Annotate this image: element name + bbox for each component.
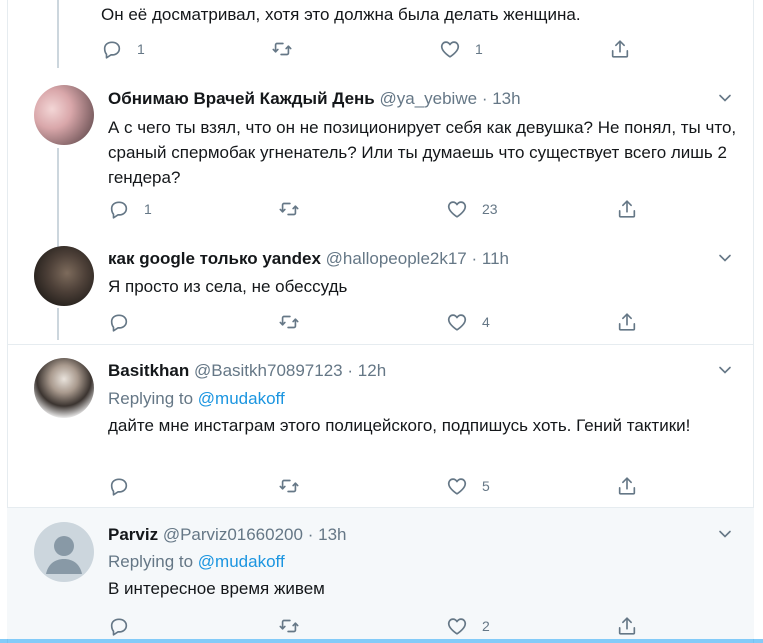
retweet-icon <box>272 42 292 56</box>
tweet-text: А с чего ты взял, что он не позиционируе… <box>108 118 737 187</box>
heart-icon <box>447 478 467 495</box>
like-count: 23 <box>482 201 498 217</box>
heart-icon <box>447 618 467 635</box>
timestamp[interactable]: 13h <box>318 525 346 544</box>
tweet-header: как google только yandex @hallopeople2k1… <box>108 249 509 271</box>
share-icon <box>611 40 629 58</box>
default-avatar-icon <box>46 536 82 574</box>
like-button[interactable]: 1 <box>439 38 483 60</box>
share-button[interactable] <box>616 311 638 333</box>
tweet-actions: 2 <box>108 615 668 637</box>
retweet-icon <box>279 479 299 493</box>
like-button[interactable]: 23 <box>446 198 498 220</box>
reply-count: 1 <box>137 41 145 57</box>
separator-dot: · <box>481 89 488 108</box>
tweet-0[interactable]: Он её досматривал, хотя это должна была … <box>7 0 754 73</box>
timestamp[interactable]: 11h <box>482 249 509 268</box>
reply-icon <box>110 201 128 219</box>
tweet-1[interactable]: Обнимаю Врачей Каждый День @ya_yebiwe · … <box>7 73 754 233</box>
user-handle[interactable]: @hallopeople2k17 <box>326 249 467 268</box>
tweet-3[interactable]: Basitkhan @Basitkh70897123 · 12h Replyin… <box>7 345 754 508</box>
reply-icon <box>110 314 128 332</box>
reply-icon <box>110 478 128 496</box>
replying-prefix: Replying to <box>108 389 194 408</box>
mention-link[interactable]: @mudakoff <box>198 552 285 571</box>
user-handle[interactable]: @Basitkh70897123 <box>194 361 343 380</box>
tweet-text: В интересное время живем <box>108 579 325 598</box>
tweet-2[interactable]: как google только yandex @hallopeople2k1… <box>7 233 754 345</box>
reply-count: 1 <box>144 201 152 217</box>
retweet-button[interactable] <box>278 615 314 637</box>
like-count: 2 <box>482 618 490 634</box>
like-button[interactable]: 4 <box>446 311 490 333</box>
share-icon <box>618 617 636 635</box>
retweet-button[interactable] <box>278 311 314 333</box>
display-name[interactable]: Parviz <box>108 525 158 544</box>
reply-button[interactable] <box>108 311 144 333</box>
like-button[interactable]: 2 <box>446 615 490 637</box>
tweet-4[interactable]: Parviz @Parviz01660200 · 13h Replying to… <box>7 508 754 639</box>
avatar[interactable] <box>34 85 94 145</box>
heart-icon <box>447 314 467 331</box>
replying-to: Replying to @mudakoff <box>108 389 285 409</box>
tweet-header: Basitkhan @Basitkh70897123 · 12h <box>108 361 386 383</box>
share-button[interactable] <box>616 475 638 497</box>
like-count: 5 <box>482 478 490 494</box>
retweet-button[interactable] <box>271 38 307 60</box>
separator-dot: · <box>307 525 314 544</box>
retweet-icon <box>279 202 299 216</box>
separator-dot: · <box>347 361 354 380</box>
mention-link[interactable]: @mudakoff <box>198 389 285 408</box>
like-count: 4 <box>482 314 490 330</box>
avatar[interactable] <box>34 522 94 582</box>
separator-dot: · <box>471 249 478 268</box>
reply-button[interactable]: 1 <box>101 38 145 60</box>
avatar[interactable] <box>34 358 94 418</box>
reply-icon <box>103 41 121 59</box>
reply-icon <box>110 618 128 636</box>
display-name[interactable]: Basitkhan <box>108 361 189 380</box>
reply-button[interactable]: 1 <box>108 198 152 220</box>
tweet-header: Parviz @Parviz01660200 · 13h <box>108 525 346 547</box>
user-handle[interactable]: @Parviz01660200 <box>163 525 303 544</box>
chevron-down-icon[interactable] <box>718 363 732 377</box>
chevron-down-icon[interactable] <box>718 251 732 265</box>
tweet-actions: 5 <box>108 475 668 497</box>
tweet-actions: 1 1 <box>101 38 661 60</box>
share-button[interactable] <box>609 38 631 60</box>
like-count: 1 <box>475 41 483 57</box>
timestamp[interactable]: 13h <box>492 89 520 108</box>
share-icon <box>618 200 636 218</box>
timestamp[interactable]: 12h <box>358 361 386 380</box>
display-name[interactable]: Обнимаю Врачей Каждый День <box>108 89 375 108</box>
retweet-button[interactable] <box>278 198 314 220</box>
share-button[interactable] <box>616 198 638 220</box>
chevron-down-icon[interactable] <box>718 527 732 541</box>
chevron-down-icon[interactable] <box>718 91 732 105</box>
tweet-text: Я просто из села, не обессудь <box>108 277 348 296</box>
heart-icon <box>440 41 460 58</box>
replying-to: Replying to @mudakoff <box>108 552 285 572</box>
tweet-header: Обнимаю Врачей Каждый День @ya_yebiwe · … <box>108 89 521 111</box>
share-icon <box>618 477 636 495</box>
tweet-actions: 1 23 <box>108 198 668 220</box>
user-handle[interactable]: @ya_yebiwe <box>379 89 477 108</box>
share-button[interactable] <box>616 615 638 637</box>
display-name[interactable]: как google только yandex <box>108 249 321 268</box>
heart-icon <box>447 201 467 218</box>
like-button[interactable]: 5 <box>446 475 490 497</box>
reply-button[interactable] <box>108 475 144 497</box>
tweet-actions: 4 <box>108 311 668 333</box>
retweet-icon <box>279 315 299 329</box>
retweet-button[interactable] <box>278 475 314 497</box>
reply-button[interactable] <box>108 615 144 637</box>
bottom-scroll-edge <box>0 639 763 643</box>
avatar[interactable] <box>34 246 94 306</box>
share-icon <box>618 313 636 331</box>
tweet-text: дайте мне инстаграм этого полицейского, … <box>108 416 691 435</box>
replying-prefix: Replying to <box>108 552 194 571</box>
retweet-icon <box>279 619 299 633</box>
tweet-text: Он её досматривал, хотя это должна была … <box>101 5 581 24</box>
